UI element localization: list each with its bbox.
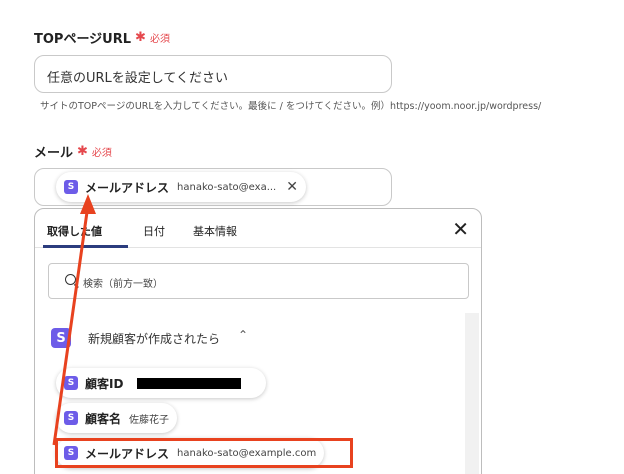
annotation-arrow-icon <box>52 194 96 446</box>
